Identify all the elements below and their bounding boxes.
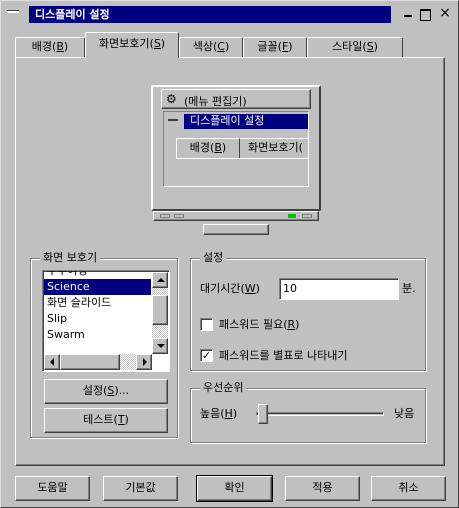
display-settings-window: 디스플레이 설정 × 배경(B) 화면보호기(S) 색상(C) 글꼴(F) 스타… <box>0 0 459 508</box>
screensaver-group-title: 화면 보호기 <box>40 251 101 264</box>
password-required-label: 패스워드 필요(R) <box>219 318 300 331</box>
priority-slider-thumb[interactable] <box>258 404 268 424</box>
preview-window-title: 디스플레이 설정 <box>184 114 308 129</box>
preview-sysmenu-icon <box>168 119 178 121</box>
priority-low-label: 낮음 <box>394 407 415 420</box>
monitor-base <box>153 211 319 221</box>
screensaver-panel: ⚙ (메뉴 편집기) 디스플레이 설정 배경(B) 화면보호기(화면 보호기 … <box>15 57 445 466</box>
settings-group-title: 설정 <box>200 251 227 264</box>
list-item[interactable]: 우주여행 <box>44 271 151 279</box>
settings-button[interactable]: 설정(S)... <box>44 379 168 404</box>
preview-tab-line <box>176 158 308 159</box>
apply-button[interactable]: 적용 <box>285 476 360 501</box>
scroll-left-button[interactable] <box>44 354 60 370</box>
tab-font[interactable]: 글꼴(F) <box>243 37 307 57</box>
scroll-right-button[interactable] <box>136 354 152 370</box>
password-mask-label: 패스워드를p 별표로 나타내기 <box>219 349 348 362</box>
tab-style-label: 스타일 <box>332 40 363 53</box>
scroll-down-button[interactable] <box>152 338 168 354</box>
default-button[interactable]: 기본값 <box>103 476 178 501</box>
screensaver-list[interactable]: 우주여행 Science 화면 슬라이드 Slip Swarm <box>42 270 170 372</box>
vertical-scroll-thumb[interactable] <box>152 295 168 325</box>
preview-screen: 디스플레이 설정 배경(B) 화면보호기( <box>163 111 309 187</box>
close-icon[interactable]: × <box>439 6 451 20</box>
tab-color[interactable]: 색상(C) <box>179 37 243 57</box>
tab-style[interactable]: 스타일(S) <box>307 37 403 57</box>
tab-background[interactable]: 배경(B) <box>15 37 85 57</box>
arrow-left-icon <box>50 358 54 366</box>
window-title: 디스플레이 설정 <box>29 6 391 23</box>
tab-font-label: 글꼴 <box>257 40 278 53</box>
title-bar: 디스플레이 설정 × <box>3 3 456 25</box>
monitor-button-icon <box>160 214 170 218</box>
tab-screensaver[interactable]: 화면보호기(S) <box>85 32 179 58</box>
tab-color-label: 색상 <box>192 40 213 53</box>
list-item-selected[interactable]: Science <box>44 279 151 295</box>
cancel-button[interactable]: 취소 <box>371 476 446 501</box>
minimize-icon[interactable] <box>402 8 414 20</box>
wait-time-input[interactable]: 10 <box>279 278 399 300</box>
horizontal-scroll-thumb[interactable] <box>60 354 120 370</box>
scroll-up-button[interactable] <box>152 272 168 288</box>
wait-time-unit: 분. <box>402 282 416 295</box>
tab-screensaver-label: 화면보호기 <box>98 37 150 50</box>
preview-tab-background: 배경(B) <box>176 138 240 158</box>
priority-group-title: 우선순위 <box>200 381 247 394</box>
monitor-button-icon <box>302 214 312 218</box>
help-button[interactable]: 도움말 <box>15 476 90 501</box>
list-item[interactable]: Swarm <box>44 327 151 343</box>
arrow-up-icon <box>157 278 165 282</box>
preview-menu-label: (메뉴 편집기) <box>184 95 247 108</box>
list-item[interactable]: 화면 슬라이드 <box>44 295 151 311</box>
priority-slider-track[interactable] <box>256 412 384 416</box>
ok-button[interactable]: 확인 <box>196 475 273 502</box>
priority-high-label: 높음(H) <box>200 407 238 420</box>
test-button[interactable]: 테스트(T) <box>44 408 168 433</box>
preview-menu-bar: ⚙ (메뉴 편집기) <box>161 89 311 109</box>
menu-editor-icon: ⚙ <box>166 92 177 106</box>
monitor-stand <box>203 224 269 235</box>
preview-tab-screensaver: 화면보호기( <box>240 138 308 158</box>
arrow-down-icon <box>157 344 165 348</box>
preview-monitor: ⚙ (메뉴 편집기) 디스플레이 설정 배경(B) 화면보호기( <box>151 85 321 211</box>
monitor-button-icon <box>174 214 184 218</box>
tab-background-label: 배경 <box>31 40 53 53</box>
password-mask-checkbox[interactable]: ✓ <box>200 349 213 362</box>
power-led-icon <box>288 214 296 218</box>
maximize-icon[interactable] <box>419 8 431 21</box>
wait-time-label: 대기시간(W) <box>200 282 260 295</box>
password-required-checkbox[interactable] <box>200 318 213 331</box>
arrow-right-icon <box>143 358 147 366</box>
system-menu-icon[interactable] <box>7 10 19 13</box>
list-item[interactable]: Slip <box>44 311 151 327</box>
